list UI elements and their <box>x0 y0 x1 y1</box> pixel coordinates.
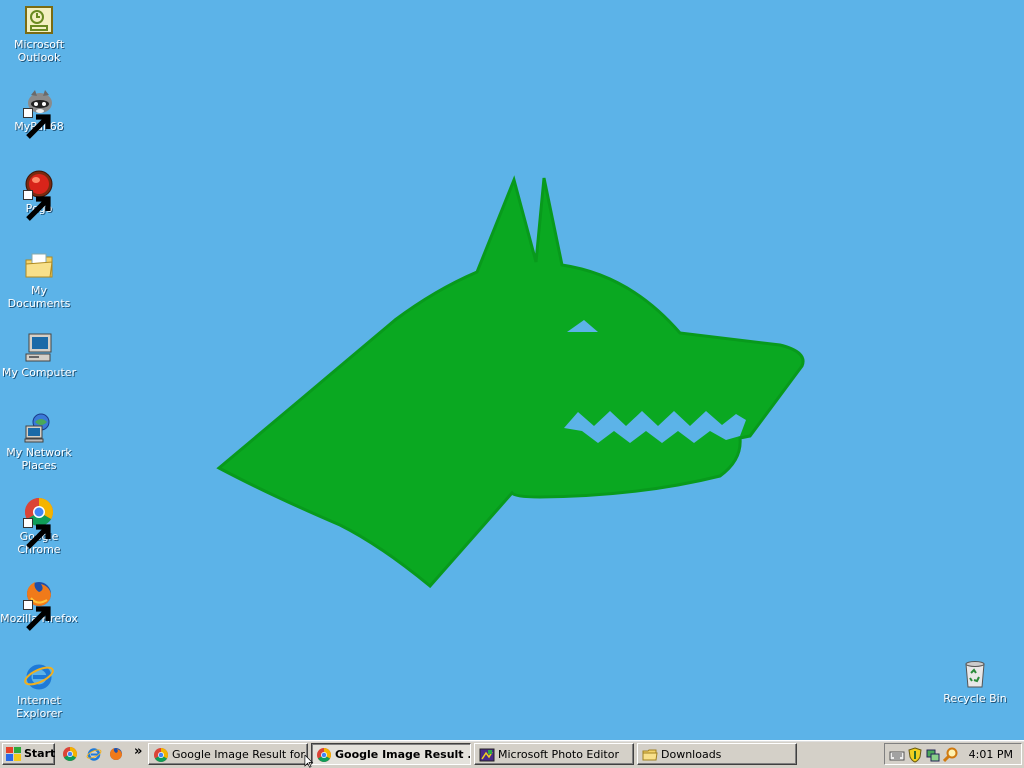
start-button[interactable]: Start <box>2 743 55 765</box>
desktop-icon-internet-explorer[interactable]: Internet Explorer <box>0 660 78 720</box>
desktop-icon-my-documents[interactable]: My Documents <box>0 250 78 310</box>
quicklaunch-firefox-icon[interactable] <box>108 746 124 762</box>
shield-icon[interactable] <box>907 747 923 763</box>
recycle-bin-icon <box>959 658 991 690</box>
desktop-icon-my-computer[interactable]: My Computer <box>0 332 78 379</box>
desktop-icon-network-places[interactable]: My Network Places <box>0 412 78 472</box>
wolf-head <box>216 175 805 589</box>
desktop-icon-mypal[interactable]: MyPal 68 <box>0 86 78 139</box>
desktop-icon-firefox[interactable]: Mozilla Firefox <box>0 578 78 631</box>
my-computer-icon <box>23 332 55 364</box>
keyboard-icon[interactable] <box>889 747 905 763</box>
desktop-icon-recycle-bin[interactable]: Recycle Bin <box>936 658 1014 705</box>
task-button-downloads[interactable]: Downloads <box>637 743 797 765</box>
search-icon[interactable] <box>942 747 959 763</box>
mypal-icon <box>23 86 55 139</box>
task-label: Google Image Result ... <box>335 748 471 761</box>
shortcut-arrow-icon <box>23 190 51 221</box>
taskbar: Start » Google Image Result for ... Goog… <box>0 740 1024 768</box>
folder-icon <box>642 747 658 763</box>
task-button-google-image-2[interactable]: Google Image Result ... <box>311 743 471 765</box>
task-label: Downloads <box>661 748 722 761</box>
task-button-google-image-1[interactable]: Google Image Result for ... <box>148 743 308 765</box>
photo-editor-icon <box>479 747 495 763</box>
network-icon[interactable] <box>925 747 941 763</box>
shortcut-arrow-icon <box>23 518 51 549</box>
quicklaunch-overflow-button[interactable]: » <box>134 744 142 759</box>
task-label: Google Image Result for ... <box>172 748 308 761</box>
clock: 4:01 PM <box>968 748 1013 761</box>
quicklaunch-chrome-icon[interactable] <box>62 746 78 762</box>
my-documents-icon <box>23 250 55 282</box>
outlook-icon <box>23 4 55 36</box>
quicklaunch-ie-icon[interactable] <box>86 746 102 762</box>
firefox-icon <box>23 578 55 631</box>
pego-icon <box>23 168 55 221</box>
desktop-icon-pego[interactable]: Pego <box>0 168 78 221</box>
task-button-photo-editor[interactable]: Microsoft Photo Editor <box>474 743 634 765</box>
chrome-icon <box>316 747 332 763</box>
wolf-wallpaper <box>216 175 805 589</box>
mouse-cursor-icon <box>304 755 314 768</box>
chrome-icon <box>153 747 169 763</box>
desktop-icon-outlook[interactable]: Microsoft Outlook <box>0 4 78 64</box>
network-places-icon <box>23 412 55 444</box>
task-label: Microsoft Photo Editor <box>498 748 619 761</box>
system-tray: 4:01 PM <box>884 743 1022 765</box>
ie-icon <box>23 660 55 692</box>
start-label: Start <box>24 747 56 760</box>
shortcut-arrow-icon <box>23 600 51 631</box>
shortcut-arrow-icon <box>23 108 51 139</box>
desktop-icon-chrome[interactable]: Google Chrome <box>0 496 78 556</box>
windows-logo-icon <box>6 747 21 761</box>
chrome-icon <box>23 496 55 549</box>
